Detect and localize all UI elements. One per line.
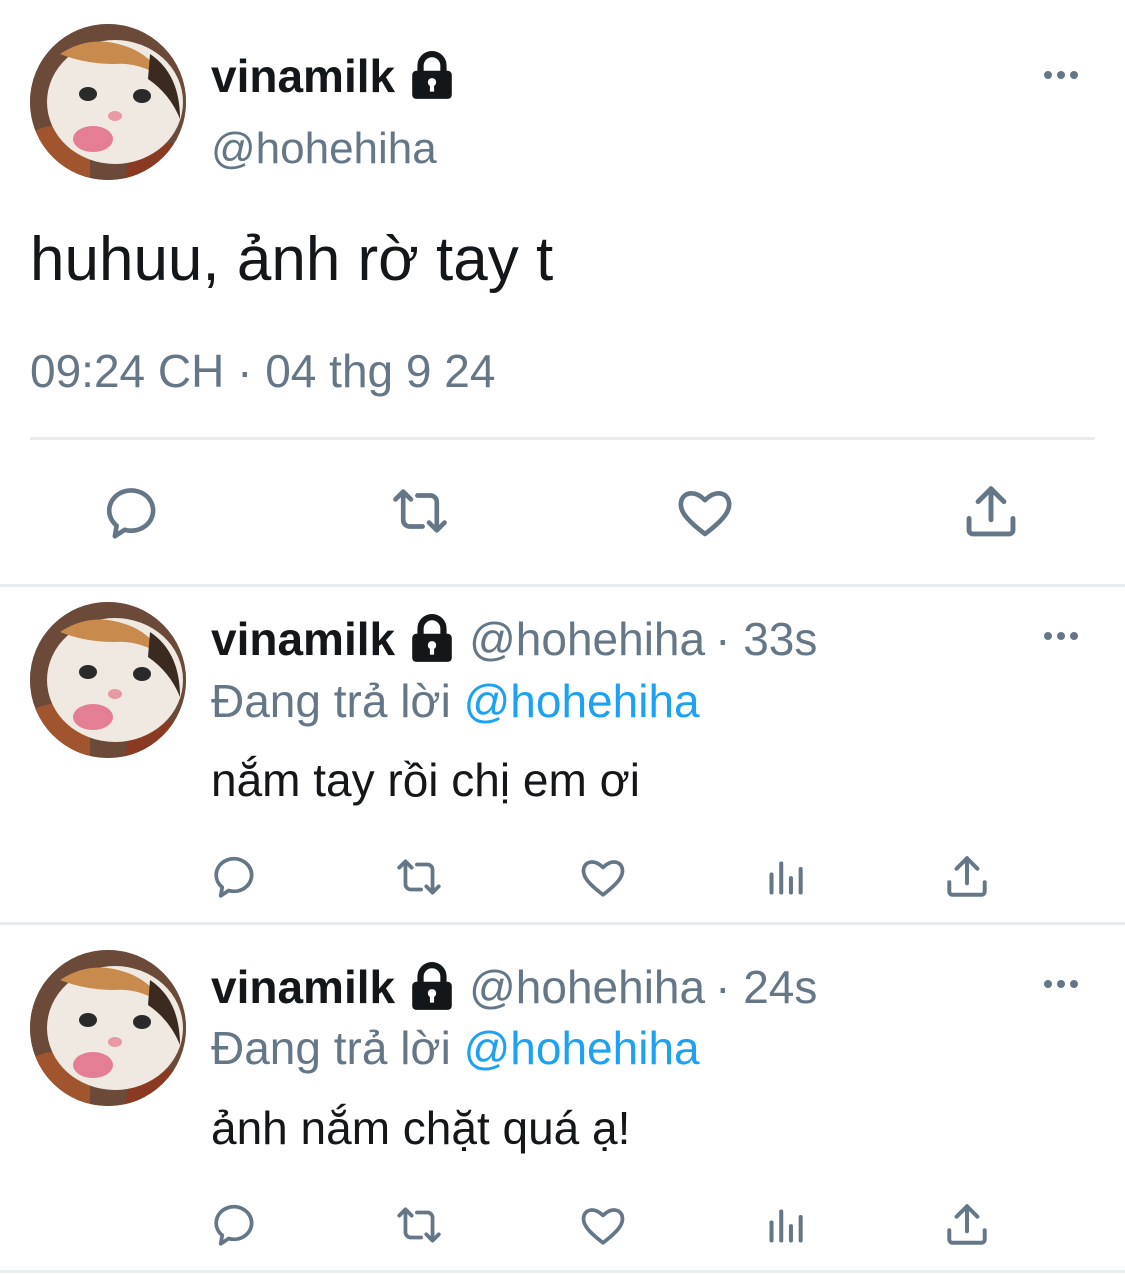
reply-time[interactable]: · 33s	[715, 612, 817, 666]
avatar[interactable]	[30, 602, 186, 758]
retweet-icon[interactable]	[390, 852, 448, 902]
like-icon[interactable]	[674, 481, 736, 543]
reply-author-row: vinamilk @hohehiha · 33s	[211, 608, 817, 670]
replying-to-link[interactable]: @hohehiha	[464, 675, 700, 727]
display-name[interactable]: vinamilk	[211, 960, 395, 1014]
reply-text: ảnh nắm chặt quá ạ!	[211, 1102, 631, 1154]
tweet-timestamp[interactable]: 09:24 CH · 04 thg 9 24	[30, 344, 495, 398]
analytics-icon[interactable]	[764, 856, 808, 900]
lock-icon	[407, 614, 457, 664]
retweet-icon[interactable]	[385, 480, 455, 542]
divider	[30, 437, 1095, 440]
reply-author-row: vinamilk @hohehiha · 24s	[211, 956, 817, 1018]
lock-icon	[407, 962, 457, 1012]
like-icon[interactable]	[578, 1200, 628, 1250]
avatar[interactable]	[30, 950, 186, 1106]
share-icon[interactable]	[960, 481, 1022, 543]
reply-icon[interactable]	[104, 482, 166, 544]
avatar[interactable]	[30, 24, 186, 180]
replying-to-line: Đang trả lời @hohehiha	[211, 1021, 700, 1075]
reply-text: nắm tay rồi chị em ơi	[211, 754, 640, 806]
display-name[interactable]: vinamilk	[211, 49, 395, 103]
author-handle[interactable]: @hohehiha	[469, 612, 705, 666]
share-icon[interactable]	[942, 852, 992, 902]
divider	[0, 922, 1125, 925]
reply-icon[interactable]	[212, 1200, 262, 1250]
more-options-icon[interactable]	[1044, 71, 1078, 79]
replying-to-link[interactable]: @hohehiha	[464, 1022, 700, 1074]
replying-to-label: Đang trả lời	[211, 675, 451, 727]
analytics-icon[interactable]	[764, 1204, 808, 1248]
more-options-icon[interactable]	[1044, 632, 1078, 640]
cat-avatar-image	[30, 602, 186, 758]
replying-to-label: Đang trả lời	[211, 1022, 451, 1074]
author-row: vinamilk	[211, 46, 457, 106]
tweet-text: huhuu, ảnh rờ tay t	[30, 225, 554, 294]
reply-icon[interactable]	[212, 852, 262, 902]
divider	[0, 1270, 1125, 1273]
reply-time[interactable]: · 24s	[715, 960, 817, 1014]
author-handle[interactable]: @hohehiha	[211, 124, 437, 174]
retweet-icon[interactable]	[390, 1200, 448, 1250]
cat-avatar-image	[30, 24, 186, 180]
more-options-icon[interactable]	[1044, 980, 1078, 988]
divider	[0, 584, 1125, 587]
lock-icon	[407, 51, 457, 101]
like-icon[interactable]	[578, 852, 628, 902]
cat-avatar-image	[30, 950, 186, 1106]
display-name[interactable]: vinamilk	[211, 612, 395, 666]
author-handle[interactable]: @hohehiha	[469, 960, 705, 1014]
share-icon[interactable]	[942, 1200, 992, 1250]
replying-to-line: Đang trả lời @hohehiha	[211, 674, 700, 728]
